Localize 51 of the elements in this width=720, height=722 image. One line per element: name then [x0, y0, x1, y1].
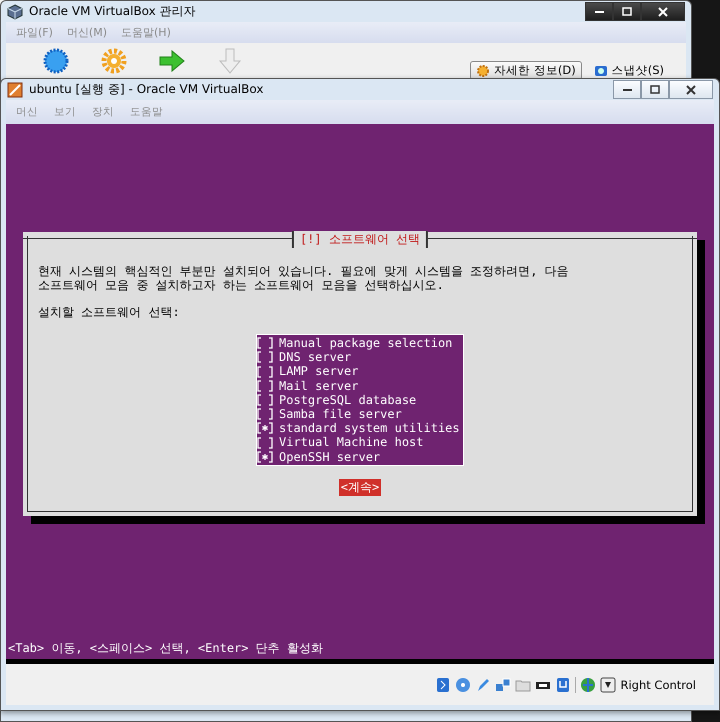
minimize-icon [622, 88, 632, 90]
minimize-button[interactable] [613, 80, 641, 99]
help-line: <Tab> 이동, <스페이스> 선택, <Enter> 단추 활성화 [7, 640, 324, 657]
checkbox[interactable] [257, 422, 273, 434]
minimize-button[interactable] [585, 2, 613, 21]
option-label[interactable]: OpenSSH server [279, 450, 380, 464]
window-title: Oracle VM VirtualBox 관리자 [29, 3, 197, 20]
right-arrow-icon [158, 47, 186, 75]
checkbox[interactable] [257, 337, 273, 350]
cd-icon [455, 676, 472, 692]
option-label[interactable]: Virtual Machine host [279, 435, 424, 450]
checkbox[interactable] [257, 394, 273, 406]
close-icon [685, 84, 697, 96]
minimize-icon [594, 10, 604, 12]
maximize-icon [649, 84, 661, 96]
checkbox[interactable] [257, 450, 273, 463]
gear-icon [100, 47, 128, 75]
option-label[interactable]: standard system utilities [279, 421, 460, 436]
option-label[interactable]: DNS server [279, 350, 352, 364]
maximize-button[interactable] [641, 80, 669, 99]
checkbox[interactable] [257, 408, 273, 420]
usb-icon [555, 676, 572, 692]
network-icon [495, 676, 512, 692]
checkbox[interactable] [257, 436, 273, 449]
close-icon [657, 6, 669, 18]
option-label[interactable]: LAMP server [279, 364, 358, 379]
continue-button[interactable]: <계속> [338, 478, 382, 496]
app-icon [7, 82, 23, 98]
option-label[interactable]: Manual package selection [279, 336, 452, 350]
option-label[interactable]: Mail server [279, 378, 358, 393]
close-button[interactable] [641, 2, 685, 21]
description-text: 현재 시스템의 핵심적인 부분만 설치되어 있습니다. 필요에 맞게 시스템을 조정하려면, 다음 소프트웨어 모음 중 설치하고자 하는 소프트웨어 모음을 선택하십시오. [38, 264, 570, 292]
pen-icon [475, 676, 492, 692]
starburst-icon [42, 47, 70, 75]
prompt-text: 설치할 소프트웨어 선택: [38, 304, 181, 321]
down-arrow-icon [216, 47, 244, 75]
window-title: ubuntu [실행 중] - Oracle VM VirtualBox [29, 81, 264, 98]
checkbox[interactable] [257, 380, 273, 392]
close-button[interactable] [669, 80, 713, 99]
gear-icon [476, 64, 490, 78]
maximize-button[interactable] [613, 2, 641, 21]
checkbox[interactable] [257, 366, 273, 378]
option-label[interactable]: PostgreSQL database [279, 392, 416, 408]
camera-icon [594, 64, 608, 76]
checkbox[interactable] [257, 351, 273, 364]
cube-icon [7, 4, 23, 20]
option-label[interactable]: Samba file server [279, 407, 402, 422]
maximize-icon [621, 6, 633, 18]
host-key-label: Right Control [620, 678, 696, 692]
dialog-title: [!] 소프트웨어 선택 [292, 231, 428, 248]
globe-icon [580, 676, 596, 692]
